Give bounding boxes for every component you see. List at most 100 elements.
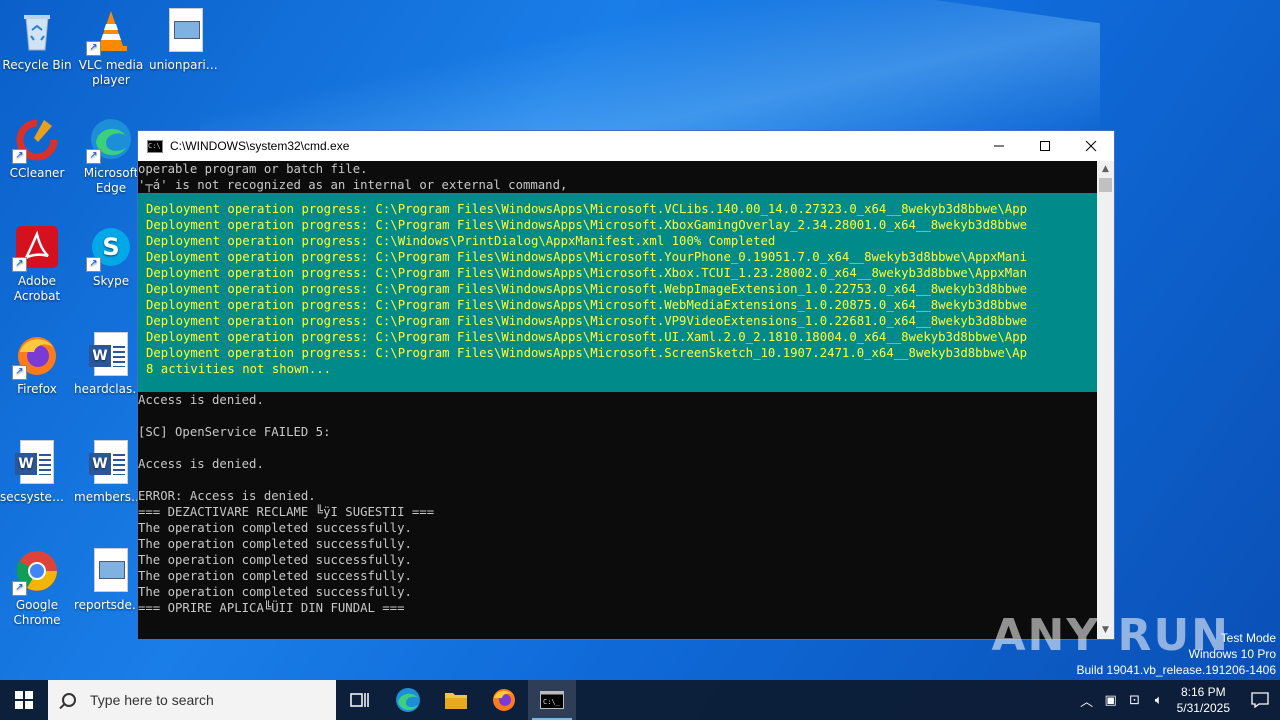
svg-text:C:\_: C:\_ bbox=[543, 698, 561, 706]
console-line: The operation completed successfully. bbox=[138, 537, 412, 551]
progress-line: 8 activities not shown... bbox=[146, 362, 332, 376]
console-line: The operation completed successfully. bbox=[138, 569, 412, 583]
desktop-icon-vlc[interactable]: ↗ VLC media player bbox=[74, 8, 148, 88]
search-placeholder: Type here to search bbox=[90, 692, 214, 708]
taskbar-cmd[interactable]: C:\_ bbox=[528, 680, 576, 720]
close-button[interactable] bbox=[1068, 131, 1114, 161]
window-title: C:\WINDOWS\system32\cmd.exe bbox=[170, 139, 350, 153]
notification-icon bbox=[1251, 692, 1269, 708]
shortcut-arrow-icon: ↗ bbox=[86, 41, 101, 56]
desktop-icon-label: unionparis... bbox=[149, 58, 223, 72]
maximize-button[interactable] bbox=[1022, 131, 1068, 161]
console-line: === DEZACTIVARE RECLAME ╚ÿI SUGESTII === bbox=[138, 505, 435, 519]
cmd-window[interactable]: C:\ C:\WINDOWS\system32\cmd.exe operable… bbox=[137, 130, 1115, 640]
taskbar-file-explorer[interactable] bbox=[432, 680, 480, 720]
desktop-icon-adobe-acrobat[interactable]: ↗ Adobe Acrobat bbox=[0, 224, 74, 304]
close-icon bbox=[1085, 140, 1097, 152]
minimize-icon bbox=[994, 145, 1004, 147]
desktop-icon-recycle-bin[interactable]: Recycle Bin bbox=[0, 8, 74, 73]
clock[interactable]: 8:16 PM 5/31/2025 bbox=[1177, 684, 1230, 716]
console-line: The operation completed successfully. bbox=[138, 521, 412, 535]
desktop-icon-chrome[interactable]: ↗ Google Chrome bbox=[0, 548, 74, 628]
scrollbar-thumb[interactable] bbox=[1099, 178, 1112, 192]
shortcut-arrow-icon: ↗ bbox=[86, 149, 101, 164]
progress-line: Deployment operation progress: C:\Progra… bbox=[146, 346, 1027, 360]
taskbar: Type here to search C:\_ ︿ ▣ ⊡ 🔈︎ 8:16 P… bbox=[0, 680, 1280, 720]
progress-line: Deployment operation progress: C:\Window… bbox=[146, 234, 776, 248]
progress-line: Deployment operation progress: C:\Progra… bbox=[146, 330, 1027, 344]
console-line: Access is denied. bbox=[138, 457, 264, 471]
progress-line: Deployment operation progress: C:\Progra… bbox=[146, 314, 1027, 328]
desktop-icon-label: Firefox bbox=[17, 382, 57, 396]
word-document-icon: W bbox=[14, 440, 60, 486]
console-line: The operation completed successfully. bbox=[138, 585, 412, 599]
console-output[interactable]: operable program or batch file. '┬á' is … bbox=[138, 161, 1097, 639]
windows-logo-icon bbox=[15, 691, 33, 709]
firefox-icon bbox=[493, 689, 515, 711]
edge-icon: ↗ bbox=[86, 116, 134, 164]
progress-line: Deployment operation progress: C:\Progra… bbox=[146, 298, 1027, 312]
build-label: Build 19041.vb_release.191206-1406 bbox=[1076, 663, 1277, 677]
progress-line: Deployment operation progress: C:\Progra… bbox=[146, 282, 1027, 296]
desktop-icon-label: VLC media player bbox=[78, 58, 144, 87]
image-file-icon bbox=[88, 548, 134, 594]
shortcut-arrow-icon: ↗ bbox=[12, 581, 27, 596]
console-line: ERROR: Access is denied. bbox=[138, 489, 316, 503]
console-line: operable program or batch file. bbox=[138, 162, 368, 176]
volume-icon[interactable]: 🔈︎ bbox=[1147, 693, 1171, 708]
minimize-button[interactable] bbox=[976, 131, 1022, 161]
taskbar-firefox[interactable] bbox=[480, 680, 528, 720]
start-button[interactable] bbox=[0, 680, 48, 720]
desktop-icon-label: CCleaner bbox=[9, 166, 65, 180]
shortcut-arrow-icon: ↗ bbox=[12, 257, 27, 272]
desktop-icon-label: Google Chrome bbox=[13, 598, 61, 627]
shortcut-arrow-icon: ↗ bbox=[86, 257, 101, 272]
console-line: [SC] OpenService FAILED 5: bbox=[138, 425, 331, 439]
folder-icon bbox=[445, 693, 467, 709]
taskbar-edge[interactable] bbox=[384, 680, 432, 720]
svg-text:S: S bbox=[102, 233, 119, 261]
clock-date: 5/31/2025 bbox=[1176, 701, 1230, 715]
ccleaner-icon: ↗ bbox=[12, 116, 60, 164]
console-line: The operation completed successfully. bbox=[138, 553, 412, 567]
test-mode-label: Test Mode bbox=[1220, 631, 1276, 645]
console-line: === OPRIRE APLICA╚ÜII DIN FUNDAL === bbox=[138, 601, 405, 615]
cmd-titlebar[interactable]: C:\ C:\WINDOWS\system32\cmd.exe bbox=[138, 131, 1114, 161]
desktop-icon-label: Adobe Acrobat bbox=[13, 274, 61, 303]
desktop-icon-firefox[interactable]: ↗ Firefox bbox=[0, 332, 74, 397]
progress-line: Deployment operation progress: C:\Progra… bbox=[146, 266, 1027, 280]
console-line: '┬á' is not recognized as an internal or… bbox=[138, 178, 568, 192]
network-icon[interactable]: ⊡ bbox=[1123, 693, 1147, 708]
action-center-button[interactable] bbox=[1240, 680, 1280, 720]
task-view-icon bbox=[350, 693, 369, 707]
device-icon[interactable]: ▣ bbox=[1099, 693, 1123, 708]
desktop-icon-label: secsystems... bbox=[0, 490, 74, 504]
vertical-scrollbar[interactable]: ▲ ▼ bbox=[1097, 161, 1114, 639]
desktop-icon-unionparis[interactable]: unionparis... bbox=[149, 8, 223, 73]
console-line: Access is denied. bbox=[138, 393, 264, 407]
desktop-icon-label: Recycle Bin bbox=[2, 58, 72, 72]
system-tray: ︿ ▣ ⊡ 🔈︎ 8:16 PM 5/31/2025 bbox=[1075, 680, 1280, 720]
word-document-icon: W bbox=[88, 440, 134, 486]
scroll-up-arrow-icon[interactable]: ▲ bbox=[1097, 161, 1114, 178]
desktop-icon-secsystems[interactable]: W secsystems... bbox=[0, 440, 74, 505]
shortcut-arrow-icon: ↗ bbox=[12, 365, 27, 380]
deployment-progress-box: Deployment operation progress: C:\Progra… bbox=[138, 193, 1097, 392]
progress-line: Deployment operation progress: C:\Progra… bbox=[146, 250, 1027, 264]
chrome-icon: ↗ bbox=[12, 548, 60, 596]
task-view-button[interactable] bbox=[336, 680, 384, 720]
recycle-bin-icon bbox=[14, 8, 60, 54]
search-icon bbox=[62, 693, 76, 707]
progress-line: Deployment operation progress: C:\Progra… bbox=[146, 202, 1027, 216]
image-file-icon bbox=[163, 8, 209, 54]
word-document-icon: W bbox=[88, 332, 134, 378]
desktop-icon-ccleaner[interactable]: ↗ CCleaner bbox=[0, 116, 74, 181]
taskbar-search-box[interactable]: Type here to search bbox=[48, 680, 336, 720]
acrobat-icon: ↗ bbox=[12, 224, 60, 272]
clock-time: 8:16 PM bbox=[1180, 685, 1226, 699]
shortcut-arrow-icon: ↗ bbox=[12, 149, 27, 164]
show-hidden-icons-chevron-icon[interactable]: ︿ bbox=[1075, 691, 1099, 710]
test-mode-watermark: Test Mode Windows 10 Pro Build 19041.vb_… bbox=[1077, 630, 1277, 678]
